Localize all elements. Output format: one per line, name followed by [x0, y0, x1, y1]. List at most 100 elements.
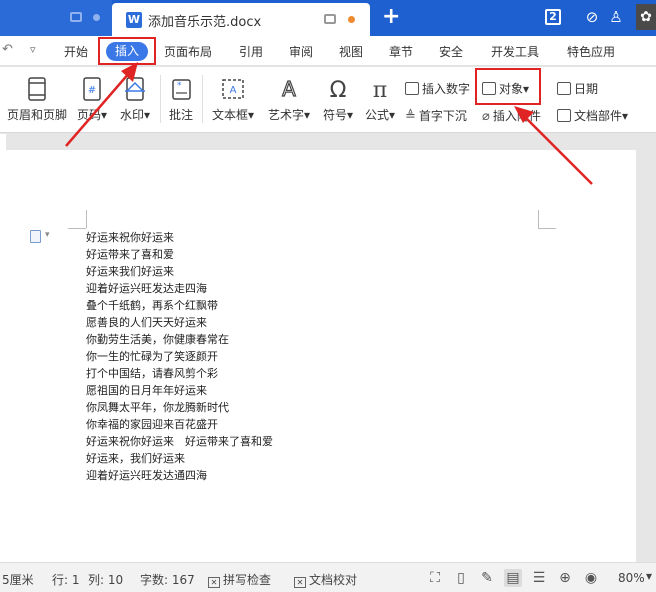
- status-bar: 5厘米 行: 1 列: 10 字数: 167 ✕ 拼写检查 ✕ 文档校对 ⛶ ▯ ✎…: [0, 562, 656, 592]
- text-line: 好运来我们好运来: [86, 265, 174, 278]
- eye-protection-icon[interactable]: ◉: [582, 569, 600, 587]
- header-footer-button[interactable]: 页眉和页脚: [4, 67, 70, 127]
- paperclip-icon: ⌀: [482, 109, 490, 124]
- calendar-icon: [557, 82, 571, 95]
- highlight-box-insert: [98, 37, 156, 65]
- drop-cap-label: 首字下沉: [418, 109, 467, 123]
- formula-button[interactable]: π 公式▾: [360, 67, 400, 127]
- proofread-icon: ✕: [294, 577, 306, 588]
- comment-label: 批注: [168, 108, 193, 122]
- wordart-button[interactable]: A 艺术字▾: [264, 67, 314, 127]
- drop-cap-icon: ≜: [405, 109, 416, 124]
- text-line: 愿善良的人们天天好运来: [86, 316, 207, 329]
- undo-icon[interactable]: ↶: [2, 42, 13, 57]
- text-line: 你一生的忙碌为了笑逐颜开: [86, 350, 218, 363]
- divider: [160, 75, 161, 123]
- text-line: 叠个千纸鹤，再系个红飘带: [86, 299, 218, 312]
- page-number-label: 页码▾: [76, 108, 108, 122]
- text-line: 迎着好运兴旺发达通四海: [86, 469, 207, 482]
- zoom-dropdown-icon[interactable]: ▾: [646, 569, 652, 583]
- text-line: 好运来祝你好运来 好运带来了喜和爱: [86, 435, 273, 448]
- text-line: 好运来，我们好运来: [86, 452, 185, 465]
- proofread-button[interactable]: ✕ 文档校对: [294, 571, 357, 588]
- quick-access-dropdown-icon[interactable]: ▿: [30, 43, 36, 56]
- zoom-level[interactable]: 80%: [618, 571, 645, 585]
- status-dot-icon: [93, 14, 100, 21]
- textbox-icon: A: [222, 79, 244, 99]
- watermark-button[interactable]: 水印▾: [114, 67, 156, 127]
- menu-references[interactable]: 引用: [239, 43, 263, 60]
- highlight-box-object: [475, 68, 541, 105]
- text-line: 好运来祝你好运来: [86, 231, 174, 244]
- doc-parts-button[interactable]: 文档部件▾: [557, 107, 628, 124]
- textbox-button[interactable]: A 文本框▾: [206, 67, 260, 127]
- ribbon-toolbar: 页眉和页脚 # 页码▾ 水印▾ * 批注 A 文本框▾ A 艺术字▾ Ω 符号▾…: [0, 67, 656, 133]
- menu-security[interactable]: 安全: [439, 43, 463, 60]
- margin-corner-mark: [538, 210, 539, 228]
- page-number-button[interactable]: # 页码▾: [72, 67, 112, 127]
- insert-number-button[interactable]: 插入数字: [405, 80, 470, 97]
- insert-attachment-button[interactable]: ⌀ 插入附件: [482, 107, 541, 124]
- drop-cap-button[interactable]: ≜ 首字下沉: [405, 107, 467, 124]
- divider: [202, 75, 203, 123]
- settings-icon[interactable]: ✿: [636, 4, 656, 30]
- tab-inactive[interactable]: [0, 0, 112, 36]
- margin-corner-mark: [86, 210, 87, 228]
- textbox-label: 文本框▾: [211, 108, 255, 122]
- text-line: 你勤劳生活美，你健康春常在: [86, 333, 229, 346]
- word-doc-icon: W: [126, 12, 142, 28]
- word-count[interactable]: 字数: 167: [140, 571, 195, 588]
- fullscreen-icon[interactable]: ⛶: [426, 569, 444, 587]
- paragraph-handle-icon[interactable]: [30, 230, 41, 243]
- svg-text:Ω: Ω: [330, 78, 347, 101]
- doc-parts-label: 文档部件▾: [574, 109, 629, 123]
- text-line: 你幸福的家园迎来百花盛开: [86, 418, 218, 431]
- date-button[interactable]: 日期: [557, 80, 598, 97]
- header-footer-icon: [28, 77, 46, 101]
- omega-icon: Ω: [330, 78, 347, 101]
- shirt-icon[interactable]: ♙: [607, 8, 625, 26]
- header-footer-label: 页眉和页脚: [6, 108, 67, 122]
- formula-label: 公式▾: [364, 108, 396, 122]
- window-count-badge[interactable]: 2: [545, 9, 561, 25]
- comment-button[interactable]: * 批注: [164, 67, 198, 127]
- reading-mode-icon[interactable]: ▯: [452, 569, 470, 587]
- margin-readout: 5厘米: [2, 573, 34, 587]
- symbol-button[interactable]: Ω 符号▾: [318, 67, 358, 127]
- menu-developer[interactable]: 开发工具: [491, 43, 539, 60]
- menu-special[interactable]: 特色应用: [567, 43, 615, 60]
- document-tab-title: 添加音乐示范.docx: [148, 15, 262, 30]
- spellcheck-button[interactable]: ✕ 拼写检查: [208, 571, 271, 588]
- menu-view[interactable]: 视图: [339, 43, 363, 60]
- menu-page-layout[interactable]: 页面布局: [164, 43, 212, 60]
- watermark-icon: [125, 77, 145, 101]
- pi-icon: π: [373, 78, 387, 101]
- document-tab[interactable]: W 添加音乐示范.docx: [112, 3, 370, 36]
- edit-pen-icon[interactable]: ✎: [478, 569, 496, 587]
- margin-corner-mark: [68, 228, 86, 229]
- monitor-icon: [324, 14, 336, 24]
- page-view-icon[interactable]: ▤: [504, 569, 522, 587]
- proofread-label: 文档校对: [309, 573, 358, 587]
- wordart-label: 艺术字▾: [267, 108, 311, 122]
- title-bar: W 添加音乐示范.docx + 2 ⊘ ♙ ✿: [0, 0, 656, 36]
- document-body[interactable]: 好运来祝你好运来 好运带来了喜和爱 好运来我们好运来 迎着好运兴旺发达走四海 叠…: [86, 229, 273, 484]
- wordart-icon: A: [282, 77, 297, 101]
- comment-icon: *: [172, 79, 191, 100]
- skin-icon[interactable]: ⊘: [583, 8, 601, 26]
- spellcheck-icon: ✕: [208, 577, 220, 588]
- web-view-icon[interactable]: ⊕: [556, 569, 574, 587]
- outline-view-icon[interactable]: ☰: [530, 569, 548, 587]
- menu-home[interactable]: 开始: [64, 43, 88, 60]
- menu-review[interactable]: 审阅: [289, 43, 313, 60]
- menu-chapter[interactable]: 章节: [389, 43, 413, 60]
- text-line: 好运带来了喜和爱: [86, 248, 174, 261]
- text-line: 迎着好运兴旺发达走四海: [86, 282, 207, 295]
- row-readout: 行: 1: [52, 573, 80, 587]
- symbol-label: 符号▾: [322, 108, 354, 122]
- watermark-label: 水印▾: [119, 108, 151, 122]
- column-readout: 列: 10: [88, 573, 124, 587]
- new-tab-button[interactable]: +: [382, 4, 400, 29]
- text-line: 愿祖国的日月年年好运来: [86, 384, 207, 397]
- chevron-down-icon[interactable]: ▾: [45, 230, 50, 240]
